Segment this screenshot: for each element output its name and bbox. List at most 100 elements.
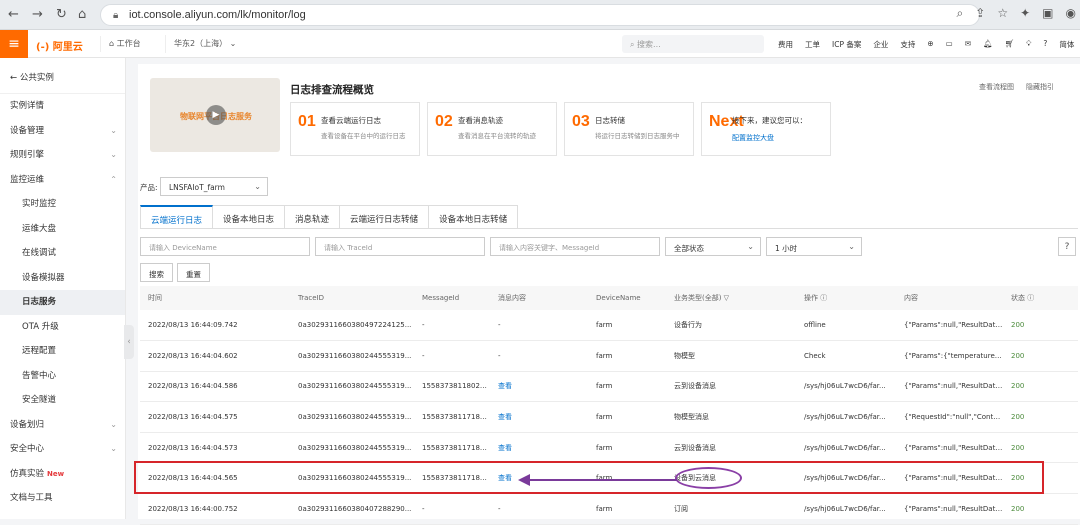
trace-id-input[interactable]: 请输入 TraceId bbox=[315, 237, 485, 256]
card-title: 查看云端运行日志 bbox=[321, 116, 381, 125]
tab-cloud-runtime-log[interactable]: 云端运行日志 bbox=[140, 205, 214, 229]
tab-cloud-log-dump[interactable]: 云端运行日志转储 bbox=[340, 205, 430, 229]
view-message-link[interactable]: 查看 bbox=[490, 401, 588, 433]
sidebar-item-label: 规则引擎 bbox=[10, 150, 45, 160]
device-name-input[interactable]: 请输入 DeviceName bbox=[140, 237, 310, 256]
table-cell: 设备行为 bbox=[666, 310, 796, 342]
back-arrow-icon[interactable]: ← bbox=[8, 7, 19, 22]
topbar-link-lang[interactable]: 简体 bbox=[1059, 39, 1074, 50]
sidebar-collapse-handle[interactable]: ‹ bbox=[124, 325, 134, 359]
region-selector[interactable]: 华东2（上海） ⌄ bbox=[165, 35, 244, 53]
play-icon[interactable]: ▶ bbox=[206, 105, 226, 125]
sidebar-item[interactable]: 告警中心 bbox=[0, 364, 125, 389]
bookmark-star-icon[interactable]: ☆ bbox=[997, 6, 1008, 21]
topbar-link-fees[interactable]: 费用 bbox=[778, 39, 793, 50]
mail-icon[interactable]: ✉ bbox=[965, 39, 971, 50]
card-number: 03 bbox=[572, 113, 590, 130]
monitor-dashboard-link[interactable]: 配置监控大盘 bbox=[732, 133, 774, 143]
sidebar-item-label: 实例详情 bbox=[10, 101, 45, 111]
hide-guide-link[interactable]: 隐藏指引 bbox=[1026, 82, 1054, 92]
sidebar-item[interactable]: 在线调试 bbox=[0, 241, 125, 266]
sidebar-item[interactable]: 设备划归 ⌄ bbox=[0, 413, 125, 438]
cart-icon[interactable]: 🛒︎ bbox=[1005, 39, 1015, 50]
topbar-link-icp[interactable]: ICP 备案 bbox=[832, 39, 861, 50]
sidebar-item[interactable]: 文档与工具 bbox=[0, 486, 125, 511]
table-cell: /sys/hj06uL7wcD6/far... bbox=[796, 401, 896, 433]
highlight-box bbox=[134, 461, 1044, 494]
app-icon[interactable]: ⊕ bbox=[927, 39, 933, 50]
table-cell: 0a3029311660380497224125... bbox=[290, 310, 414, 342]
terminal-icon[interactable]: ▭ bbox=[946, 39, 953, 50]
time-range-select[interactable]: 1 小时 ⌄ bbox=[766, 237, 862, 256]
aliyun-logo[interactable]: (-) 阿里云 bbox=[36, 38, 83, 53]
column-header: TraceID bbox=[290, 286, 414, 310]
sidebar-item[interactable]: OTA 升级 bbox=[0, 315, 125, 340]
status-select[interactable]: 全部状态 ⌄ bbox=[665, 237, 761, 256]
region-label: 华东2（上海） bbox=[174, 39, 228, 48]
tab-device-log-dump[interactable]: 设备本地日志转储 bbox=[429, 205, 519, 229]
status-code-cell: 200 bbox=[1003, 401, 1078, 433]
table-cell: {"RequestId":"null","Conte... bbox=[896, 401, 1003, 433]
lock-icon: 🔒︎ bbox=[113, 10, 119, 21]
chevron-down-icon: ⌄ bbox=[747, 242, 754, 251]
topbar-link-support[interactable]: 支持 bbox=[900, 39, 915, 50]
topbar-link-ticket[interactable]: 工单 bbox=[805, 39, 820, 50]
sidebar-back[interactable]: ← 公共实例 bbox=[0, 58, 125, 94]
sidebar-item[interactable]: 安全中心 ⌄ bbox=[0, 437, 125, 462]
overview-video[interactable]: 物联网平台日志服务 ▶ bbox=[150, 78, 280, 152]
view-message-link[interactable]: 查看 bbox=[490, 432, 588, 464]
guide-card-01[interactable]: 01 查看云端运行日志 查看设备在平台中的运行日志 bbox=[290, 102, 420, 156]
column-header: DeviceName bbox=[588, 286, 666, 310]
tab-device-local-log[interactable]: 设备本地日志 bbox=[213, 205, 286, 229]
zoom-icon[interactable]: ⌕ bbox=[957, 6, 964, 21]
bell-icon[interactable]: 🔔︎ bbox=[983, 39, 993, 50]
global-search-input[interactable]: ⌕ 搜索... bbox=[622, 35, 764, 53]
table-cell: /sys/hj06uL7wcD6/far... bbox=[796, 493, 896, 525]
product-select[interactable]: LNSFAIoT_farm ⌄ bbox=[160, 177, 268, 196]
sidebar-item[interactable]: 仿真实验 New bbox=[0, 462, 125, 487]
sidebar-item[interactable]: 设备管理 ⌄ bbox=[0, 119, 125, 144]
sidebar-item-label: 安全中心 bbox=[10, 444, 45, 454]
topbar-link-enterprise[interactable]: 企业 bbox=[873, 39, 888, 50]
sidebar-icon[interactable]: ▣ bbox=[1042, 6, 1053, 21]
search-button[interactable]: 搜索 bbox=[140, 263, 173, 282]
sidebar-item[interactable]: 日志服务 bbox=[0, 290, 125, 315]
sidebar-item[interactable]: 运维大盘 bbox=[0, 217, 125, 242]
card-desc: 查看消息在平台流转的轨迹 bbox=[458, 132, 536, 140]
share-icon[interactable]: ⇪ bbox=[975, 6, 985, 21]
menu-icon[interactable]: ≡ bbox=[0, 30, 28, 58]
tab-divider bbox=[140, 228, 1078, 229]
view-message-link[interactable]: 查看 bbox=[490, 371, 588, 403]
status-code-cell: 200 bbox=[1003, 493, 1078, 525]
table-cell: {"Params":null,"ResultData... bbox=[896, 432, 1003, 464]
tab-message-trace[interactable]: 消息轨迹 bbox=[285, 205, 341, 229]
table-cell: 0a3029311660380244555319... bbox=[290, 340, 414, 372]
sidebar-item[interactable]: 安全隧道 bbox=[0, 388, 125, 413]
home-icon[interactable]: ⌂ bbox=[78, 7, 86, 22]
help-icon[interactable]: ? bbox=[1058, 237, 1076, 256]
workspace-link[interactable]: ⌂ 工作台 bbox=[100, 36, 149, 52]
sidebar-item[interactable]: 实例详情 bbox=[0, 94, 125, 119]
address-bar[interactable]: 🔒︎ iot.console.aliyun.com/lk/monitor/log bbox=[100, 4, 980, 26]
table-cell: - bbox=[414, 310, 490, 342]
reset-button[interactable]: 重置 bbox=[177, 263, 210, 282]
content-keyword-input[interactable]: 请输入内容关键字、MessageId bbox=[490, 237, 660, 256]
sidebar-item[interactable]: 规则引擎 ⌄ bbox=[0, 143, 125, 168]
bulb-icon[interactable]: 💡︎ bbox=[1026, 39, 1031, 50]
sidebar-item-label: 设备划归 bbox=[10, 419, 45, 430]
help-icon[interactable]: ? bbox=[1043, 39, 1047, 50]
forward-arrow-icon[interactable]: → bbox=[32, 7, 43, 22]
sidebar-item[interactable]: 实时监控 bbox=[0, 192, 125, 217]
sidebar-item[interactable]: 设备模拟器 bbox=[0, 266, 125, 291]
reload-icon[interactable]: ↻ bbox=[56, 7, 67, 22]
sidebar-item[interactable]: 监控运维 ⌃ bbox=[0, 168, 125, 193]
table-cell: 2022/08/13 16:44:00.752 bbox=[140, 493, 290, 525]
guide-card-02[interactable]: 02 查看消息轨迹 查看消息在平台流转的轨迹 bbox=[427, 102, 557, 156]
profile-icon[interactable]: ◉ bbox=[1066, 6, 1076, 21]
sidebar-item[interactable]: 远程配置 bbox=[0, 339, 125, 364]
guide-card-03[interactable]: 03 日志转储 将运行日志转储到日志服务中 bbox=[564, 102, 694, 156]
overview-title: 日志排查流程概览 bbox=[290, 84, 374, 96]
extension-icon[interactable]: ✦ bbox=[1020, 6, 1030, 21]
view-flowchart-link[interactable]: 查看流程图 bbox=[979, 82, 1014, 92]
column-header: 业务类型(全部) ▽ bbox=[666, 286, 796, 310]
